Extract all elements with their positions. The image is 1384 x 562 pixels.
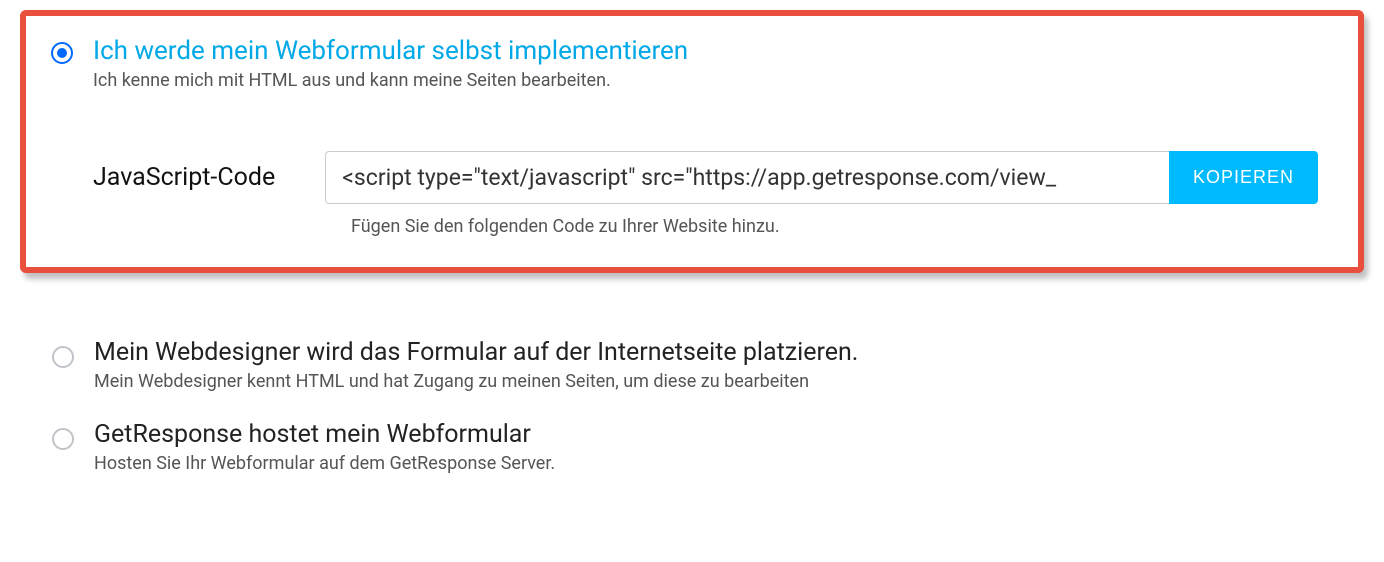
code-input[interactable] <box>325 151 1169 204</box>
option-text: Ich werde mein Webformular selbst implem… <box>93 36 1318 91</box>
code-label: JavaScript-Code <box>93 163 275 192</box>
option-text: Mein Webdesigner wird das Formular auf d… <box>94 338 1364 392</box>
option-description: Ich kenne mich mit HTML aus und kann mei… <box>93 70 1318 91</box>
option-description: Mein Webdesigner kennt HTML und hat Zuga… <box>94 371 1364 392</box>
other-options: Mein Webdesigner wird das Formular auf d… <box>20 338 1364 474</box>
option-webdesigner[interactable]: Mein Webdesigner wird das Formular auf d… <box>52 338 1364 392</box>
radio-self-implement[interactable] <box>51 42 73 64</box>
option-description: Hosten Sie Ihr Webformular auf dem GetRe… <box>94 453 1364 474</box>
highlighted-option-panel: Ich werde mein Webformular selbst implem… <box>20 10 1364 273</box>
javascript-code-section: JavaScript-Code KOPIEREN <box>93 151 1318 204</box>
option-title: Ich werde mein Webformular selbst implem… <box>93 36 1318 66</box>
option-text: GetResponse hostet mein Webformular Host… <box>94 420 1364 474</box>
radio-webdesigner[interactable] <box>52 346 74 368</box>
code-input-group: KOPIEREN <box>325 151 1318 204</box>
option-title: GetResponse hostet mein Webformular <box>94 420 1364 449</box>
copy-button[interactable]: KOPIEREN <box>1169 151 1318 204</box>
code-helper-text: Fügen Sie den folgenden Code zu Ihrer We… <box>351 216 1318 237</box>
option-self-implement[interactable]: Ich werde mein Webformular selbst implem… <box>51 36 1318 91</box>
option-title: Mein Webdesigner wird das Formular auf d… <box>94 338 1364 367</box>
option-getresponse-host[interactable]: GetResponse hostet mein Webformular Host… <box>52 420 1364 474</box>
radio-getresponse-host[interactable] <box>52 428 74 450</box>
